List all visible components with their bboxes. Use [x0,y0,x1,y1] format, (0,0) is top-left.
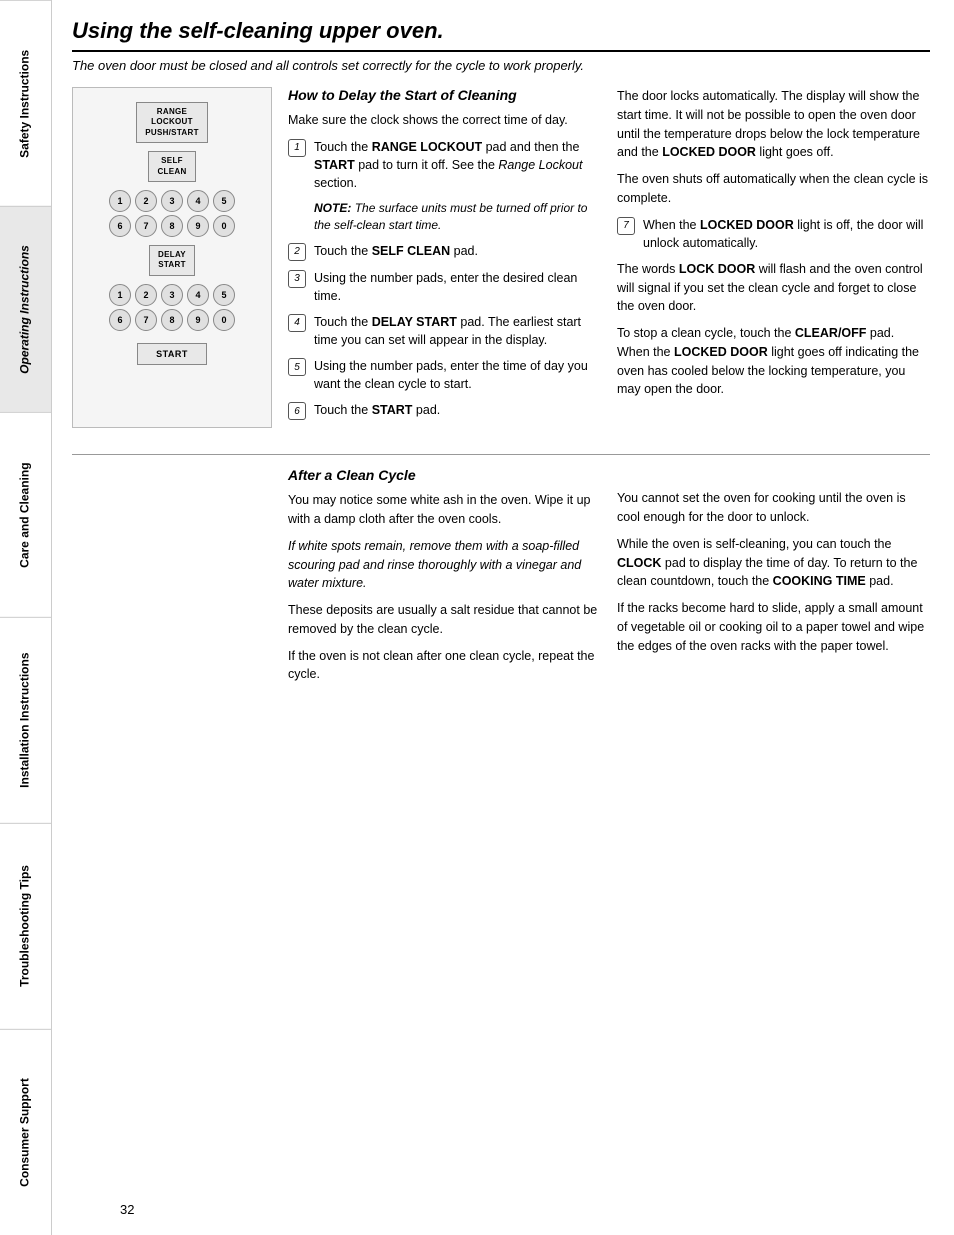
step-text-7: When the LOCKED DOOR light is off, the d… [643,216,930,252]
how-to-delay-heading: How to Delay the Start of Cleaning [288,87,601,103]
num2-5: 5 [213,284,235,306]
num2-0: 0 [213,309,235,331]
num2-6: 6 [109,309,131,331]
after-clean-para3: These deposits are usually a salt residu… [288,601,601,639]
num-7: 7 [135,215,157,237]
num-6: 6 [109,215,131,237]
bottom-section: After a Clean Cycle You may notice some … [72,467,930,692]
step-4: 4 Touch the DELAY START pad. The earlies… [288,313,601,349]
start-button: Start [137,343,207,365]
oven-shutoff-info: The oven shuts off automatically when th… [617,170,930,208]
num-1: 1 [109,190,131,212]
main-content: Using the self-cleaning upper oven. The … [52,0,954,1235]
door-lock-info: The door locks automatically. The displa… [617,87,930,162]
top-right-area: How to Delay the Start of Cleaning Make … [288,87,930,428]
num-3: 3 [161,190,183,212]
step-num-7: 7 [617,217,635,235]
steps-column: How to Delay the Start of Cleaning Make … [288,87,601,428]
num-2: 2 [135,190,157,212]
after-clean-right-para3: If the racks become hard to slide, apply… [617,599,930,655]
numpad-bottom: 1 2 3 4 5 6 7 8 9 0 [109,284,235,331]
top-section: RangeLockoutPush/Start SelfClean 1 2 3 4… [72,87,930,428]
num2-1: 1 [109,284,131,306]
after-clean-para4: If the oven is not clean after one clean… [288,647,601,685]
heading-spacer [617,467,930,489]
after-clean-para1: You may notice some white ash in the ove… [288,491,601,529]
lock-door-flash-info: The words LOCK DOOR will flash and the o… [617,260,930,316]
page-subtitle: The oven door must be closed and all con… [72,58,930,73]
sidebar: Safety Instructions Operating Instructio… [0,0,52,1235]
self-clean-button: SelfClean [148,151,195,182]
info-column: The door locks automatically. The displa… [617,87,930,428]
diagram-spacer [72,467,272,692]
step-text-5: Using the number pads, enter the time of… [314,357,601,393]
stop-clean-info: To stop a clean cycle, touch the CLEAR/O… [617,324,930,399]
step-2: 2 Touch the SELF CLEAN pad. [288,242,601,261]
step-text-4: Touch the DELAY START pad. The earliest … [314,313,601,349]
range-lockout-button: RangeLockoutPush/Start [136,102,208,143]
step-6: 6 Touch the START pad. [288,401,601,420]
page-number: 32 [120,1202,134,1217]
after-clean-left: After a Clean Cycle You may notice some … [288,467,601,692]
sidebar-item-consumer[interactable]: Consumer Support [0,1029,51,1235]
step-7: 7 When the LOCKED DOOR light is off, the… [617,216,930,252]
step-num-2: 2 [288,243,306,261]
step-text-3: Using the number pads, enter the desired… [314,269,601,305]
num2-3: 3 [161,284,183,306]
num-8: 8 [161,215,183,237]
after-clean-heading: After a Clean Cycle [288,467,601,483]
sidebar-item-operating[interactable]: Operating Instructions [0,206,51,412]
numpad-top: 1 2 3 4 5 6 7 8 9 0 [109,190,235,237]
num-0: 0 [213,215,235,237]
step-1: 1 Touch the RANGE LOCKOUT pad and then t… [288,138,601,192]
sidebar-item-safety[interactable]: Safety Instructions [0,0,51,206]
after-clean-right: You cannot set the oven for cooking unti… [617,467,930,692]
section-divider [72,454,930,455]
step-3: 3 Using the number pads, enter the desir… [288,269,601,305]
step-1-note: NOTE: The surface units must be turned o… [314,200,601,234]
num2-9: 9 [187,309,209,331]
control-panel-diagram: RangeLockoutPush/Start SelfClean 1 2 3 4… [72,87,272,428]
step-num-1: 1 [288,139,306,157]
num2-8: 8 [161,309,183,331]
step-num-6: 6 [288,402,306,420]
after-clean-right-para2: While the oven is self-cleaning, you can… [617,535,930,591]
step-text-6: Touch the START pad. [314,401,440,419]
step-5: 5 Using the number pads, enter the time … [288,357,601,393]
num-9: 9 [187,215,209,237]
num2-2: 2 [135,284,157,306]
num2-4: 4 [187,284,209,306]
step-num-3: 3 [288,270,306,288]
sidebar-item-troubleshooting[interactable]: Troubleshooting Tips [0,823,51,1029]
num-5: 5 [213,190,235,212]
after-clean-right-para1: You cannot set the oven for cooking unti… [617,489,930,527]
sidebar-item-care[interactable]: Care and Cleaning [0,412,51,618]
how-to-delay-intro: Make sure the clock shows the correct ti… [288,111,601,130]
sidebar-item-installation[interactable]: Installation Instructions [0,617,51,823]
step-text-1: Touch the RANGE LOCKOUT pad and then the… [314,138,601,192]
num-4: 4 [187,190,209,212]
after-clean-para2: If white spots remain, remove them with … [288,537,601,593]
step-num-4: 4 [288,314,306,332]
num2-7: 7 [135,309,157,331]
delay-start-button: DelayStart [149,245,195,276]
step-num-5: 5 [288,358,306,376]
step-text-2: Touch the SELF CLEAN pad. [314,242,478,260]
page-title: Using the self-cleaning upper oven. [72,18,930,52]
